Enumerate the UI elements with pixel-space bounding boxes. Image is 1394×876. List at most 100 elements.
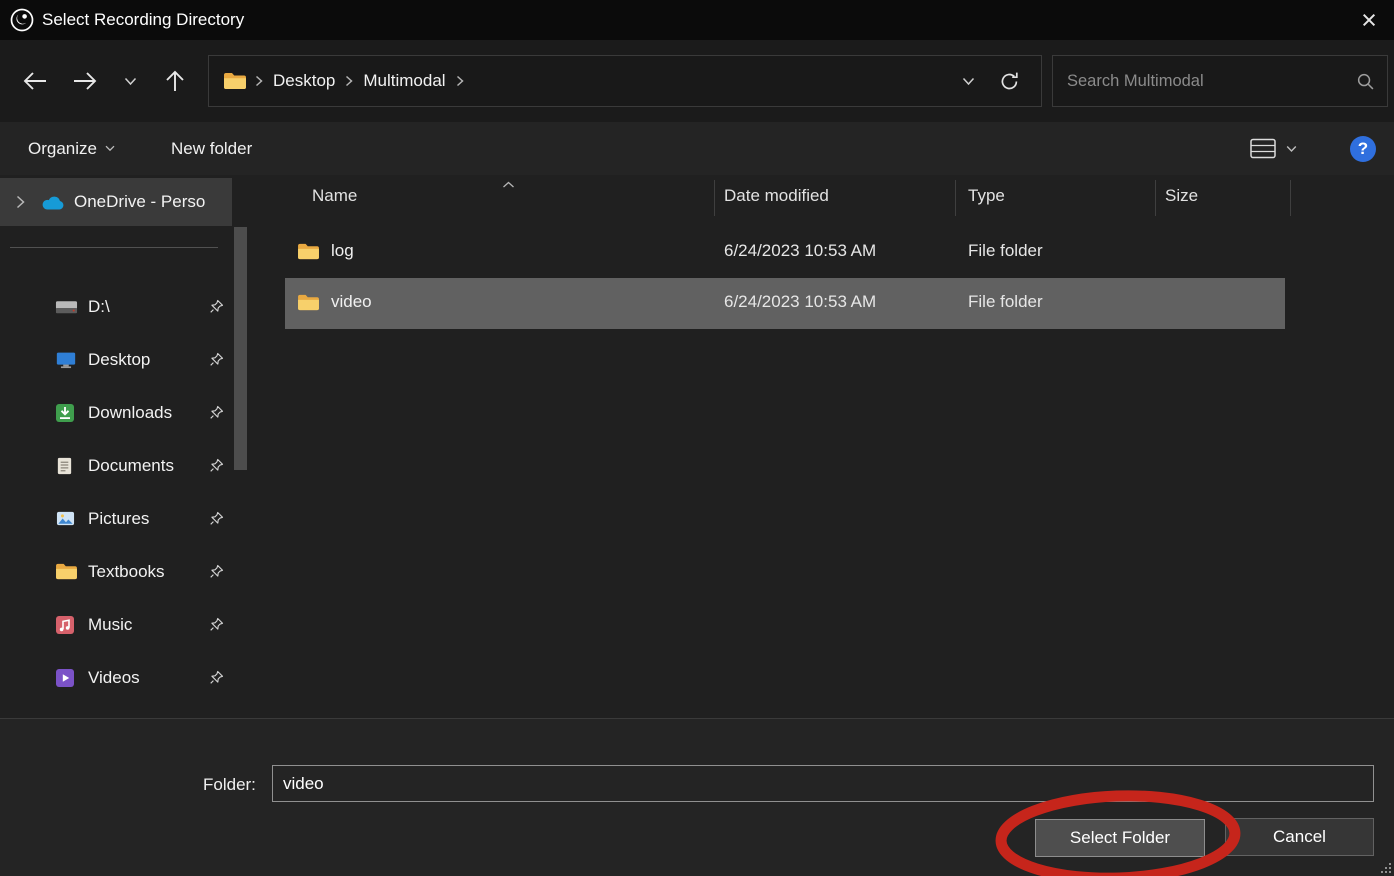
sidebar-item-label: D:\ [88,297,110,317]
column-divider[interactable] [1290,180,1291,216]
pin-icon[interactable] [209,352,224,372]
sidebar-item[interactable]: D:\ [0,280,260,333]
onedrive-cloud-icon [40,194,66,211]
refresh-icon[interactable] [987,57,1031,105]
sidebar-item[interactable]: Documents [0,439,260,492]
navigation-pane: OneDrive - Perso D:\ Desktop Downloads D… [0,175,260,718]
breadcrumb-folder-icon [223,71,247,91]
help-button[interactable]: ? [1350,136,1376,162]
folder-field-label: Folder: [203,775,256,795]
chevron-right-icon [255,75,263,87]
address-history-dropdown[interactable] [949,57,987,105]
dialog-content: OneDrive - Perso D:\ Desktop Downloads D… [0,175,1394,718]
organize-button[interactable]: Organize [28,139,115,159]
column-header-type[interactable]: Type [968,186,1005,206]
up-button[interactable] [150,57,200,105]
file-date-modified: 6/24/2023 10:53 AM [724,292,876,312]
change-view-button[interactable] [1246,131,1280,167]
folder-icon [297,242,320,261]
sidebar-item-label: Pictures [88,509,149,529]
sidebar-item[interactable]: Videos [0,651,260,704]
sidebar-item-icon [55,297,79,317]
column-header-size[interactable]: Size [1165,186,1198,206]
pin-icon[interactable] [209,670,224,690]
file-date-modified: 6/24/2023 10:53 AM [724,241,876,261]
chevron-right-icon [345,75,353,87]
column-header-date-modified[interactable]: Date modified [724,186,829,206]
sidebar-scrollbar-thumb[interactable] [234,227,247,470]
chevron-down-icon [105,145,115,152]
folder-icon [297,293,320,312]
breadcrumb-item[interactable]: Multimodal [363,71,445,91]
search-input[interactable] [1067,72,1356,91]
file-name: video [331,292,372,312]
column-header-name[interactable]: Name [312,186,357,206]
select-recording-directory-dialog: Select Recording Directory × Desktop Mul… [0,0,1394,876]
sidebar-item[interactable]: Pictures [0,492,260,545]
command-toolbar: Organize New folder ? [0,122,1394,175]
sidebar-pinned-items: D:\ Desktop Downloads Documents Pictures [0,280,260,704]
sidebar-item[interactable]: Downloads [0,386,260,439]
view-dropdown-button[interactable] [1280,131,1302,167]
column-divider[interactable] [955,180,956,216]
sidebar-item-icon [55,562,79,582]
recent-locations-dropdown[interactable] [110,57,150,105]
sidebar-item-label: Downloads [88,403,172,423]
back-button[interactable] [10,57,60,105]
pin-icon[interactable] [209,458,224,478]
folder-name-input[interactable] [272,765,1374,802]
sidebar-item[interactable]: Music [0,598,260,651]
select-folder-button[interactable]: Select Folder [1035,819,1205,857]
breadcrumb-item[interactable]: Desktop [273,71,335,91]
file-list: Name Date modified Type Size log 6/24/20… [260,175,1394,718]
sidebar-item-icon [55,456,79,476]
sidebar-item-icon [55,615,79,635]
pin-icon[interactable] [209,405,224,425]
sidebar-item-label: Music [88,615,132,635]
dialog-footer: Folder: Select Folder Cancel [0,718,1394,876]
sort-ascending-icon [502,176,515,194]
sidebar-item-label: OneDrive - Perso [74,192,205,212]
new-folder-button[interactable]: New folder [171,139,252,159]
pin-icon[interactable] [209,299,224,319]
search-box [1052,55,1388,107]
sidebar-item-label: Textbooks [88,562,165,582]
pin-icon[interactable] [209,564,224,584]
pin-icon[interactable] [209,617,224,637]
file-rows: log 6/24/2023 10:53 AM File folder video… [260,227,1394,329]
sidebar-item-label: Documents [88,456,174,476]
file-type: File folder [968,292,1043,312]
sidebar-item-onedrive[interactable]: OneDrive - Perso [0,178,232,226]
breadcrumb: Desktop Multimodal [271,71,472,91]
sidebar-divider [10,247,218,248]
organize-label: Organize [28,139,97,159]
sidebar-item[interactable]: Desktop [0,333,260,386]
sidebar-item-label: Desktop [88,350,150,370]
pin-icon[interactable] [209,511,224,531]
column-divider[interactable] [714,180,715,216]
toolbar-right-group: ? [1246,131,1376,167]
address-bar[interactable]: Desktop Multimodal [208,55,1042,107]
file-row[interactable]: video 6/24/2023 10:53 AM File folder [285,278,1285,329]
sidebar-item-icon [55,350,79,370]
resize-grip[interactable] [1378,860,1393,875]
column-divider[interactable] [1155,180,1156,216]
sidebar-item-label: Videos [88,668,140,688]
navigation-bar: Desktop Multimodal [0,40,1394,122]
cancel-button[interactable]: Cancel [1225,818,1374,856]
title-bar: Select Recording Directory × [0,0,1394,40]
sidebar-item-icon [55,509,79,529]
obs-logo-icon [8,6,36,34]
forward-button[interactable] [60,57,110,105]
expand-chevron-icon[interactable] [0,195,40,209]
sidebar-item-icon [55,403,79,423]
chevron-right-icon [456,75,464,87]
close-button[interactable]: × [1344,0,1394,40]
search-icon[interactable] [1356,72,1375,91]
file-type: File folder [968,241,1043,261]
file-name: log [331,241,354,261]
file-row[interactable]: log 6/24/2023 10:53 AM File folder [285,227,1285,278]
sidebar-item-icon [55,668,79,688]
sidebar-item[interactable]: Textbooks [0,545,260,598]
window-title: Select Recording Directory [42,10,244,30]
